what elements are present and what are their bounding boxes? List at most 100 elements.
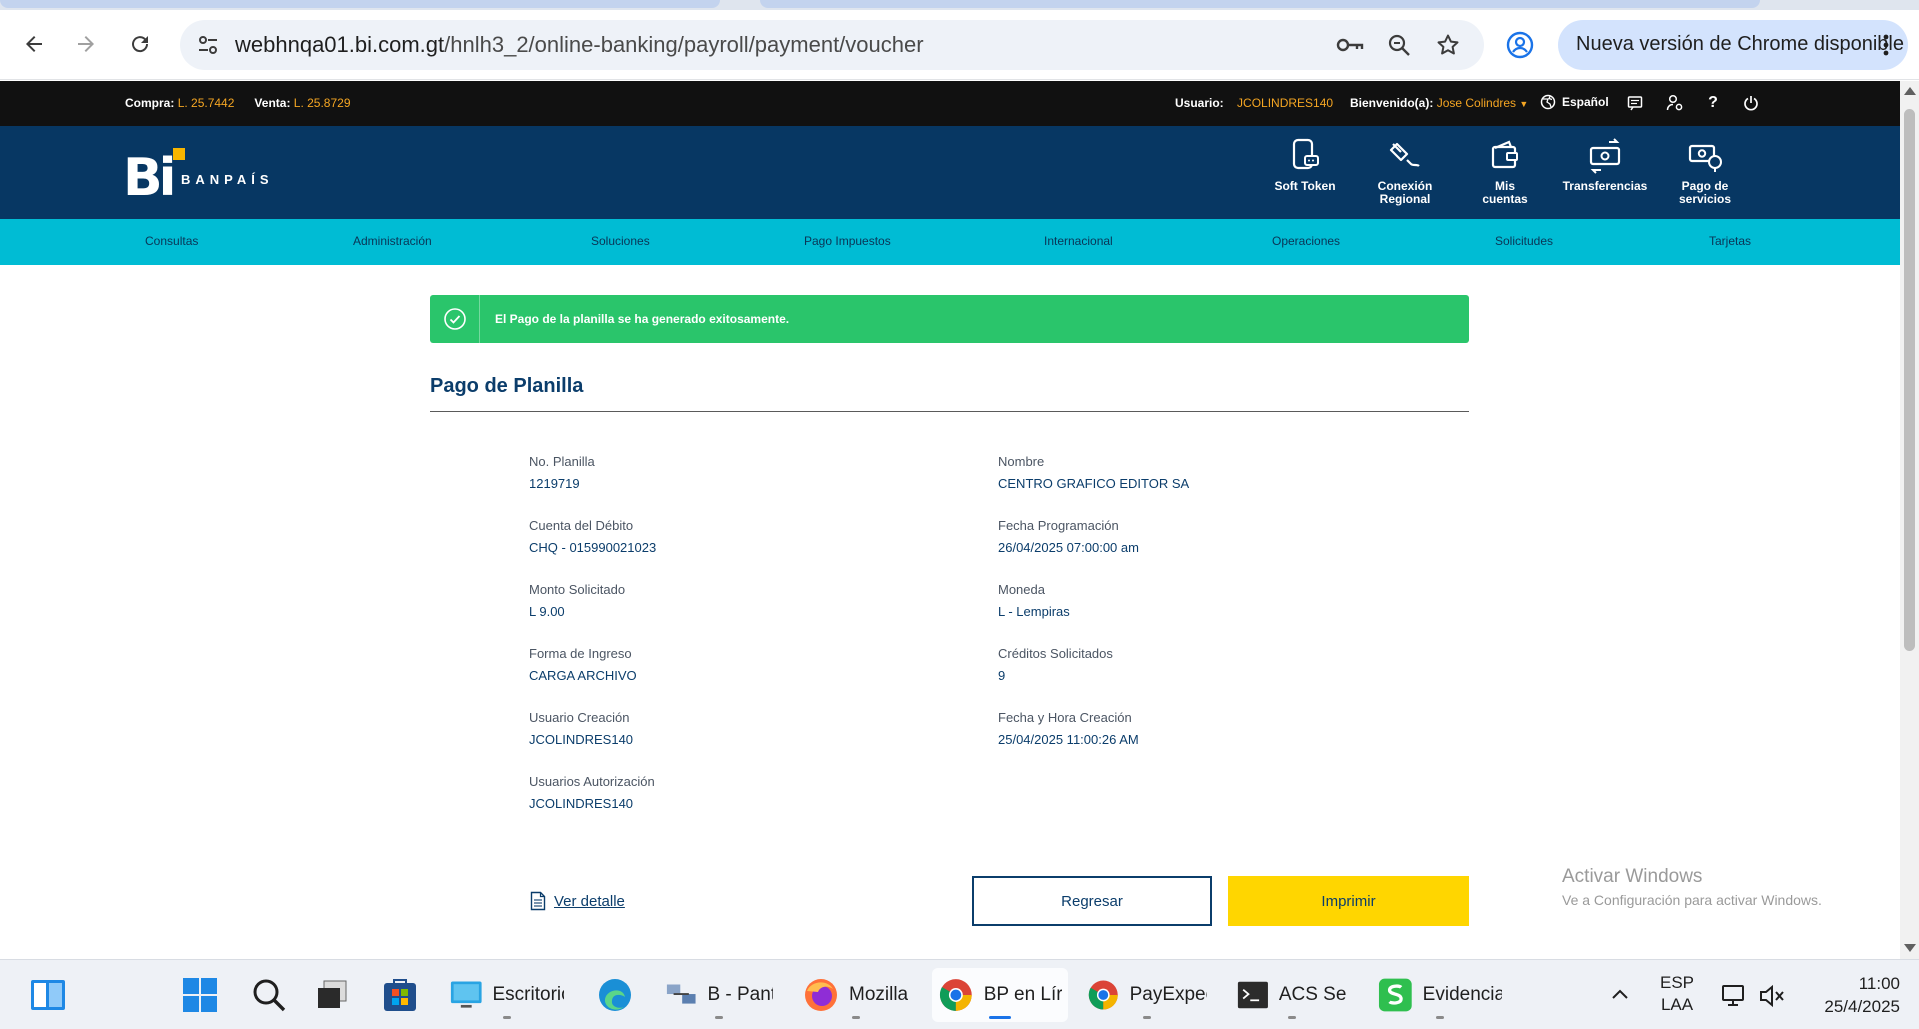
- chrome-icon: [1088, 980, 1118, 1010]
- menu-item-solicitudes[interactable]: Solicitudes: [1495, 234, 1553, 248]
- check-circle-icon: [430, 295, 480, 343]
- user-value: JCOLINDRES140: [1237, 96, 1334, 110]
- task-view-icon[interactable]: [312, 975, 352, 1015]
- taskbar-app-edge[interactable]: [591, 968, 639, 1022]
- quick-link-conexion-regional[interactable]: Conexión Regional: [1355, 138, 1455, 206]
- menu-item-tarjetas[interactable]: Tarjetas: [1709, 234, 1751, 248]
- bookmark-star-icon[interactable]: [1434, 31, 1462, 59]
- more-menu-icon[interactable]: [1876, 30, 1896, 60]
- reload-icon[interactable]: [120, 24, 160, 64]
- input-language-indicator[interactable]: ESP LAA: [1660, 972, 1694, 1016]
- taskbar-app-chrome-payexpec[interactable]: PayExpec: [1081, 968, 1213, 1022]
- browser-tab[interactable]: [0, 0, 720, 8]
- ver-detalle-link[interactable]: Ver detalle: [530, 891, 625, 911]
- network-display-icon[interactable]: [1720, 982, 1748, 1010]
- taskbar-app-evidencia[interactable]: Evidencia: [1372, 968, 1508, 1022]
- alert-message: El Pago de la planilla se ha generado ex…: [495, 312, 790, 326]
- messages-icon[interactable]: [1626, 94, 1644, 112]
- running-indicator: [1436, 1016, 1444, 1019]
- field-label: Usuarios Autorización: [529, 774, 655, 789]
- zoom-icon[interactable]: [1385, 31, 1413, 59]
- money-transfer-icon: [1589, 138, 1621, 174]
- field-label: Monto Solicitado: [529, 582, 626, 597]
- windows-taskbar: Escritorio B - Pant Mozilla BP en Lír Pa…: [0, 959, 1919, 1029]
- scroll-down-arrow-icon[interactable]: [1904, 944, 1916, 952]
- sell-label: Venta:: [254, 96, 291, 110]
- success-alert: El Pago de la planilla se ha generado ex…: [430, 295, 1469, 343]
- scrollbar-thumb[interactable]: [1904, 109, 1915, 651]
- menu-item-administracion[interactable]: Administración: [353, 234, 432, 248]
- buy-label: Compra:: [125, 96, 175, 110]
- system-clock[interactable]: 11:00 25/4/2025: [1800, 972, 1900, 1018]
- welcome-menu[interactable]: Bienvenido(a): Jose Colindres ▼: [1350, 96, 1528, 110]
- scroll-up-arrow-icon[interactable]: [1904, 87, 1916, 95]
- logo-mark: Bi: [123, 148, 177, 208]
- chevron-up-icon[interactable]: [1608, 982, 1632, 1006]
- field-label: Forma de Ingreso: [529, 646, 632, 661]
- regresar-button[interactable]: Regresar: [972, 876, 1212, 926]
- running-indicator: [715, 1016, 723, 1019]
- field-creditos-solicitados: Créditos Solicitados 9: [998, 646, 1398, 683]
- welcome-value: Jose Colindres: [1436, 96, 1517, 110]
- main-menu: Consultas Administración Soluciones Pago…: [0, 219, 1900, 265]
- microsoft-store-icon[interactable]: [380, 975, 420, 1015]
- page-scrollbar[interactable]: [1900, 81, 1919, 959]
- quick-link-label: cuentas: [1482, 192, 1528, 206]
- address-bar[interactable]: webhnqa01.bi.com.gt/hnlh3_2/online-banki…: [180, 20, 1484, 70]
- chrome-update-button[interactable]: Nueva versión de Chrome disponible: [1558, 20, 1908, 70]
- running-indicator: [852, 1016, 860, 1019]
- terminal-icon: [1237, 981, 1268, 1009]
- help-icon[interactable]: ?: [1704, 94, 1722, 112]
- taskbar-app-label: B - Pant: [707, 984, 773, 1005]
- taskbar-app-mozilla[interactable]: Mozilla: [797, 968, 915, 1022]
- password-key-icon[interactable]: [1336, 31, 1364, 59]
- running-indicator: [1288, 1016, 1296, 1019]
- search-icon[interactable]: [249, 975, 289, 1015]
- widgets-icon[interactable]: [28, 975, 68, 1015]
- user-settings-icon[interactable]: [1666, 94, 1684, 112]
- quick-link-pago-servicios[interactable]: Pago de servicios: [1655, 138, 1755, 206]
- taskbar-app-chrome-bp[interactable]: BP en Lír: [932, 968, 1068, 1022]
- taskbar-app-b-pant[interactable]: B - Pant: [659, 968, 779, 1022]
- field-label: Créditos Solicitados: [998, 646, 1113, 661]
- browser-tab[interactable]: [760, 0, 1760, 8]
- chrome-icon: [939, 979, 972, 1011]
- field-value: JCOLINDRES140: [529, 732, 634, 747]
- back-icon[interactable]: [14, 24, 54, 64]
- quick-link-mis-cuentas[interactable]: Mis cuentas: [1455, 138, 1555, 206]
- language-selector[interactable]: Español: [1540, 94, 1609, 110]
- field-cuenta-debito: Cuenta del Débito CHQ - 015990021023: [529, 518, 929, 555]
- menu-item-consultas[interactable]: Consultas: [145, 234, 198, 248]
- watermark-title: Activar Windows: [1562, 866, 1703, 887]
- profile-icon[interactable]: [1505, 30, 1535, 60]
- volume-muted-icon[interactable]: [1758, 982, 1786, 1010]
- taskbar-app-acs-ses[interactable]: ACS Ses: [1231, 968, 1353, 1022]
- field-label: Fecha y Hora Creación: [998, 710, 1132, 725]
- menu-item-pago-impuestos[interactable]: Pago Impuestos: [804, 234, 891, 248]
- field-value: 26/04/2025 07:00:00 am: [998, 540, 1139, 555]
- spreadsheet-app-icon: [1378, 978, 1412, 1012]
- sell-value: L. 25.8729: [293, 96, 351, 110]
- quick-link-label: Transferencias: [1562, 179, 1648, 193]
- quick-link-transferencias[interactable]: Transferencias: [1555, 138, 1655, 193]
- soft-token-icon: [1292, 138, 1319, 170]
- field-fecha-hora-creacion: Fecha y Hora Creación 25/04/2025 11:00:2…: [998, 710, 1398, 747]
- field-label: Moneda: [998, 582, 1045, 597]
- brand-header: Bi BANPAÍS Soft Token Conexión Regional …: [0, 126, 1900, 219]
- menu-item-soluciones[interactable]: Soluciones: [591, 234, 650, 248]
- site-settings-icon[interactable]: [194, 31, 222, 59]
- firefox-icon: [805, 979, 837, 1011]
- quick-link-soft-token[interactable]: Soft Token: [1255, 138, 1355, 193]
- logout-power-icon[interactable]: [1742, 94, 1760, 112]
- imprimir-button[interactable]: Imprimir: [1228, 876, 1469, 926]
- banpais-logo[interactable]: Bi BANPAÍS: [123, 146, 283, 208]
- url-host: webhnqa01.bi.com.gt: [235, 32, 445, 57]
- taskbar-app-label: Mozilla: [849, 984, 909, 1005]
- windows-start-icon[interactable]: [180, 975, 220, 1015]
- logo-name: BANPAÍS: [181, 172, 274, 187]
- taskbar-app-escritorio[interactable]: Escritorio: [444, 968, 570, 1022]
- field-label: Fecha Programación: [998, 518, 1119, 533]
- menu-item-operaciones[interactable]: Operaciones: [1272, 234, 1340, 248]
- menu-item-internacional[interactable]: Internacional: [1044, 234, 1113, 248]
- forward-icon[interactable]: [66, 24, 106, 64]
